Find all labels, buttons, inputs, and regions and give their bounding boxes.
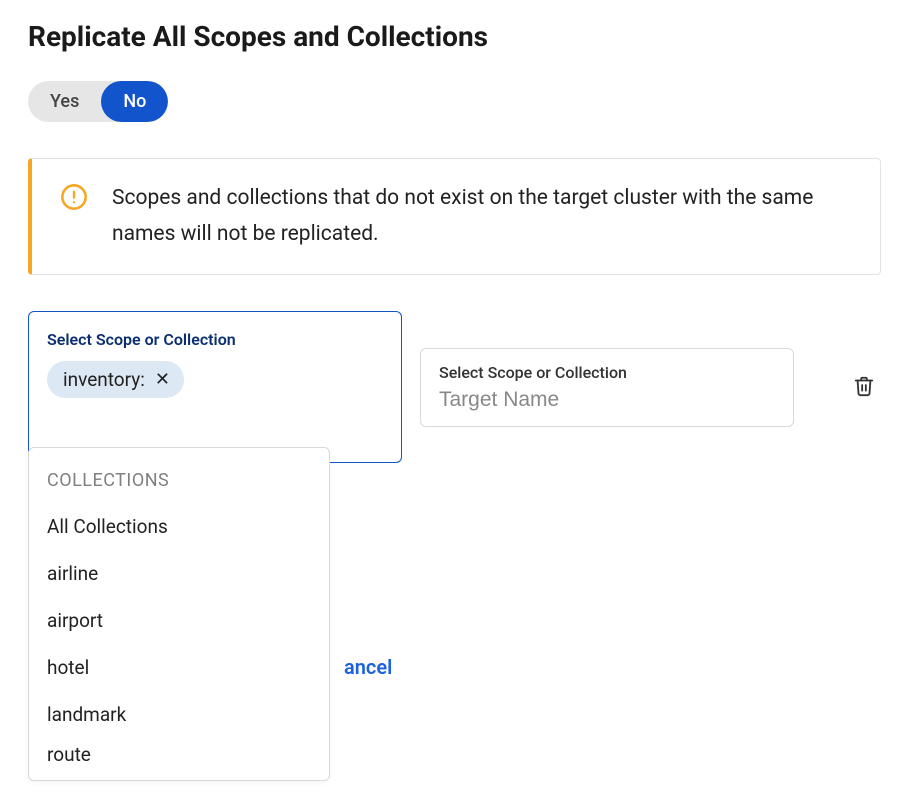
mapping-row: Select Scope or Collection inventory: ✕ … (28, 311, 881, 463)
dropdown-item-hotel[interactable]: hotel (29, 644, 329, 691)
warning-text: Scopes and collections that do not exist… (112, 181, 852, 252)
page-title: Replicate All Scopes and Collections (28, 20, 881, 53)
collections-dropdown[interactable]: COLLECTIONS All Collections airline airp… (28, 447, 330, 781)
remove-chip-icon[interactable]: ✕ (155, 371, 170, 389)
source-label: Select Scope or Collection (47, 330, 383, 349)
toggle-no[interactable]: No (101, 81, 168, 122)
dropdown-item-all-collections[interactable]: All Collections (29, 503, 329, 550)
warning-alert: Scopes and collections that do not exist… (28, 158, 881, 275)
cancel-link[interactable]: ancel (344, 655, 392, 679)
dropdown-item-landmark[interactable]: landmark (29, 691, 329, 738)
source-scope-selector[interactable]: Select Scope or Collection inventory: ✕ (28, 311, 402, 463)
delete-mapping-button[interactable] (847, 368, 881, 407)
target-scope-field[interactable]: Select Scope or Collection (420, 348, 794, 427)
selected-scope-chip[interactable]: inventory: ✕ (47, 361, 184, 398)
dropdown-item-airport[interactable]: airport (29, 597, 329, 644)
trash-icon (853, 386, 875, 401)
target-name-input[interactable] (439, 388, 775, 412)
chip-text: inventory: (63, 368, 145, 391)
dropdown-item-route[interactable]: route (29, 738, 329, 772)
replicate-toggle[interactable]: Yes No (28, 81, 168, 122)
dropdown-header: COLLECTIONS (29, 462, 329, 503)
toggle-yes[interactable]: Yes (28, 81, 101, 122)
dropdown-item-airline[interactable]: airline (29, 550, 329, 597)
target-label: Select Scope or Collection (439, 363, 775, 382)
warning-icon (60, 183, 88, 215)
